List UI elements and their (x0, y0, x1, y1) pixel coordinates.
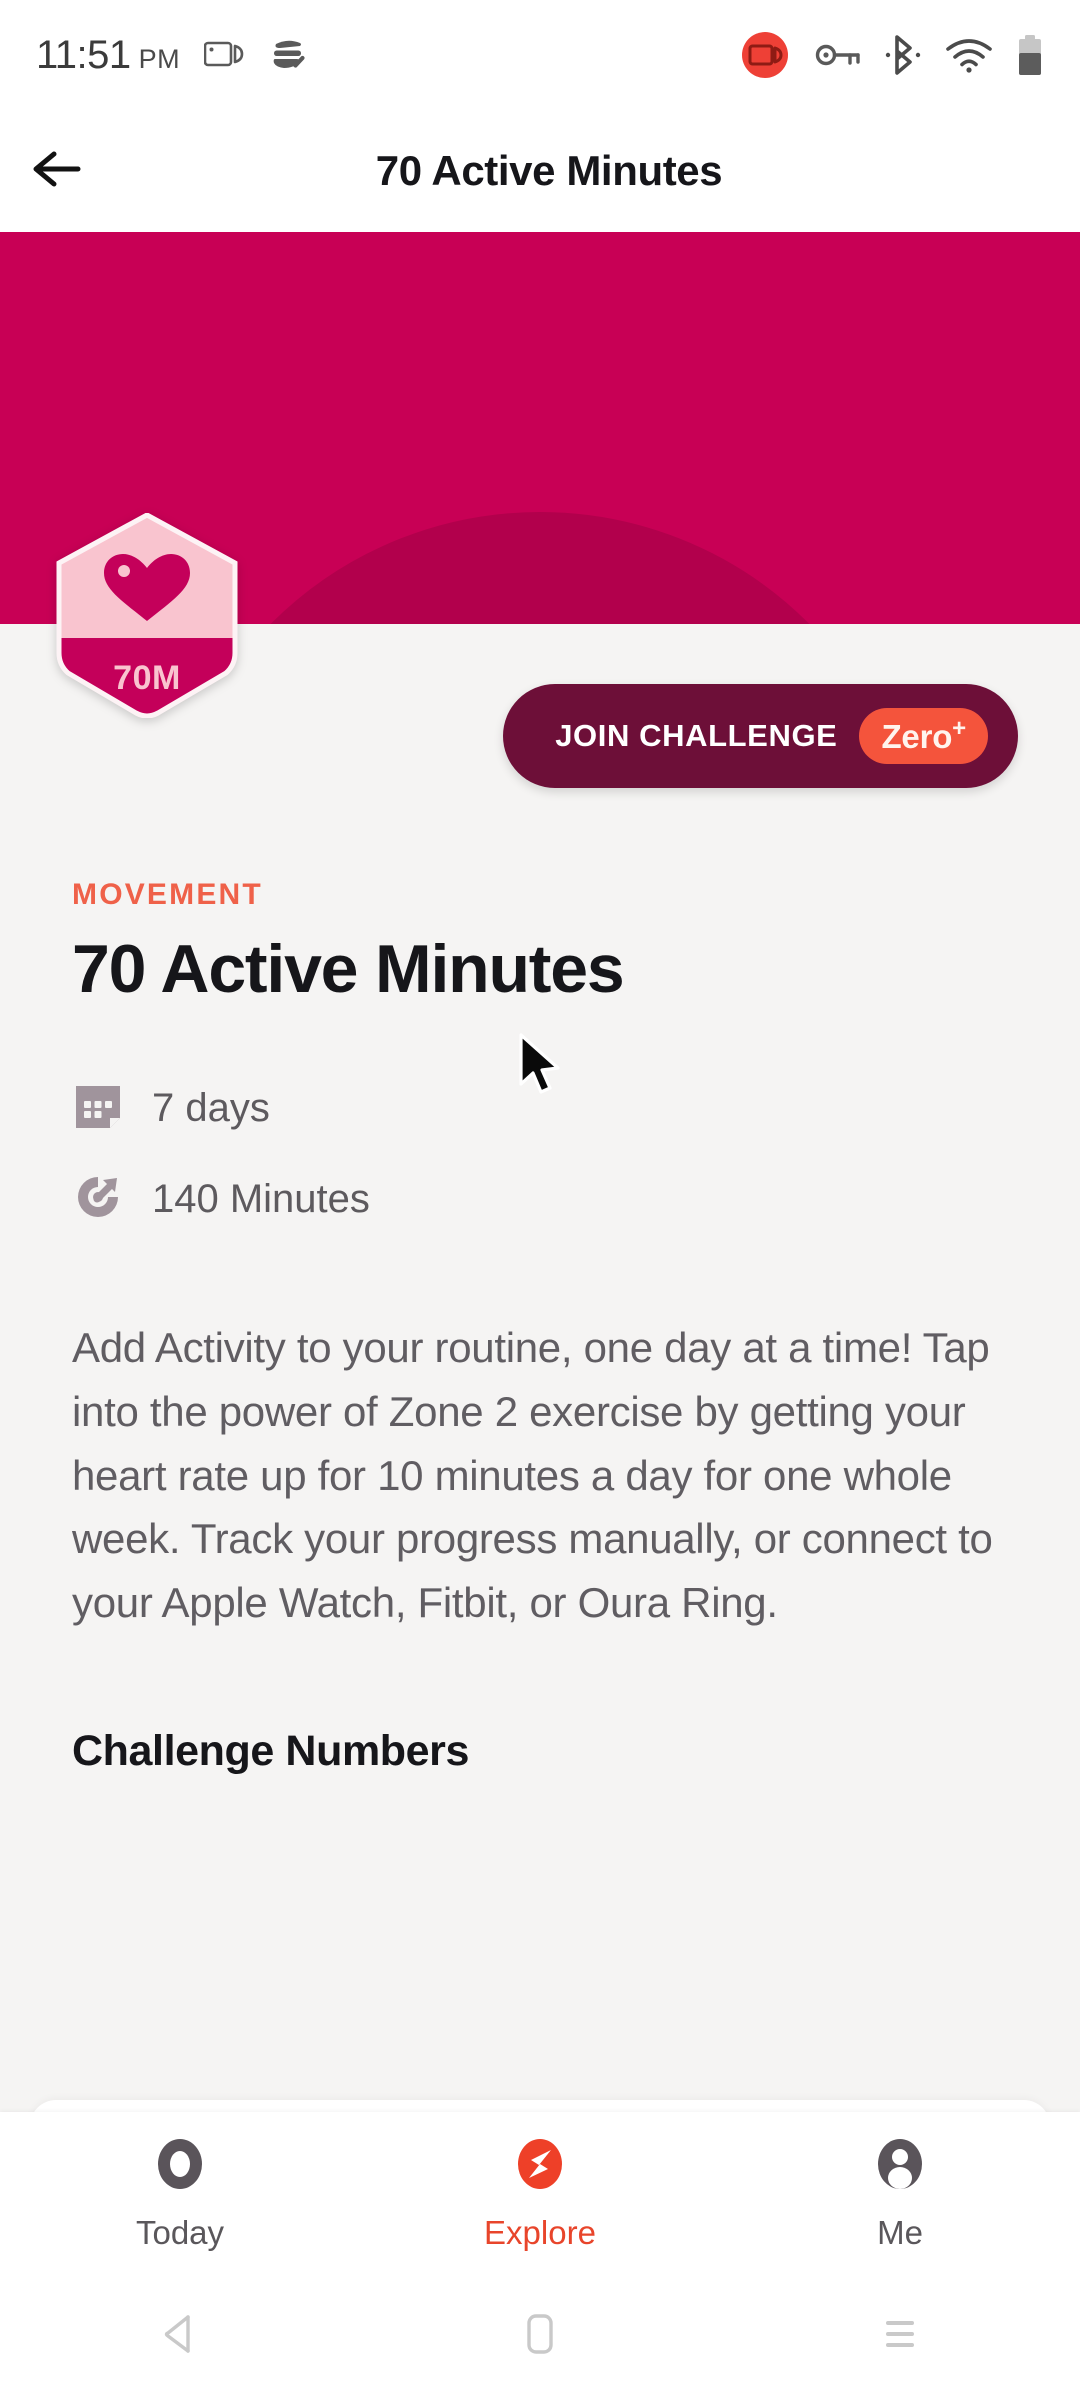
back-arrow-icon (30, 146, 88, 197)
meta-duration-text: 7 days (152, 1086, 270, 1130)
nav-label-me: Me (877, 2213, 923, 2251)
challenge-title: 70 Active Minutes (72, 931, 625, 1007)
join-challenge-label: JOIN CHALLENGE (555, 718, 838, 753)
back-button[interactable] (0, 146, 118, 197)
zero-plus-badge: Zero+ (859, 708, 988, 764)
status-bar-left: 11:51 PM (36, 33, 308, 78)
status-bar-right (738, 28, 1044, 82)
app-bar: 70 Active Minutes (0, 110, 1080, 232)
bottom-navigation: Today Explore Me (0, 2112, 1080, 2272)
battery-icon (1016, 33, 1044, 77)
meta-row-goal: 140 Minutes (72, 1171, 1080, 1228)
zero-plus-superscript: + (952, 715, 966, 742)
calendar-icon (72, 1080, 124, 1137)
nav-item-today[interactable]: Today (0, 2112, 360, 2272)
nav-label-today: Today (135, 2213, 225, 2251)
challenge-description: Add Activity to your routine, one day at… (72, 1324, 993, 1627)
android-navigation-bar (0, 2272, 1080, 2400)
ring-circle-icon (149, 2133, 211, 2200)
phone-screen: 11:51 PM 70 Active Minutes 70M JOIN CHAL… (0, 0, 1080, 2400)
goal-target-icon (72, 1171, 124, 1228)
status-bar: 11:51 PM (0, 0, 1080, 110)
challenge-meta-list: 7 days 140 Minutes (72, 1080, 1080, 1228)
clock-time: 11:51 (36, 32, 131, 77)
wifi-icon (944, 36, 994, 74)
nav-back-triangle-icon (158, 2311, 202, 2362)
status-bar-clock: 11:51 PM (36, 33, 180, 78)
section-heading-challenge-numbers: Challenge Numbers (72, 1727, 470, 1776)
nav-item-me[interactable]: Me (720, 2112, 1080, 2272)
mouse-pointer-icon (516, 1032, 572, 1109)
screen-recording-active-icon (738, 28, 792, 82)
zero-plus-label: Zero (881, 718, 953, 755)
challenge-badge: 70M (52, 512, 242, 719)
person-icon (869, 2133, 931, 2200)
meta-goal-text: 140 Minutes (152, 1177, 370, 1221)
nav-home-square-icon (520, 2310, 560, 2363)
challenge-detail: MOVEMENT 70 Active Minutes 7 days 140 Mi… (0, 624, 1080, 1776)
join-challenge-button[interactable]: JOIN CHALLENGE Zero+ (503, 684, 1018, 788)
category-label: MOVEMENT (72, 878, 263, 911)
data-saver-check-icon (268, 38, 308, 72)
compass-icon (509, 2133, 571, 2200)
clock-ampm: PM (138, 43, 181, 74)
bluetooth-icon (884, 33, 922, 77)
android-recents-button[interactable] (720, 2312, 1080, 2361)
svg-text:70M: 70M (113, 659, 181, 697)
screen-record-icon (204, 40, 244, 70)
nav-label-explore: Explore (484, 2213, 596, 2251)
meta-row-duration: 7 days (72, 1080, 1080, 1137)
page-title: 70 Active Minutes (375, 147, 723, 194)
hero-arc-decoration (160, 512, 920, 624)
android-home-button[interactable] (360, 2310, 720, 2363)
nav-recents-lines-icon (878, 2312, 922, 2361)
android-back-button[interactable] (0, 2311, 360, 2362)
nav-item-explore[interactable]: Explore (360, 2112, 720, 2272)
vpn-key-icon (814, 38, 862, 72)
